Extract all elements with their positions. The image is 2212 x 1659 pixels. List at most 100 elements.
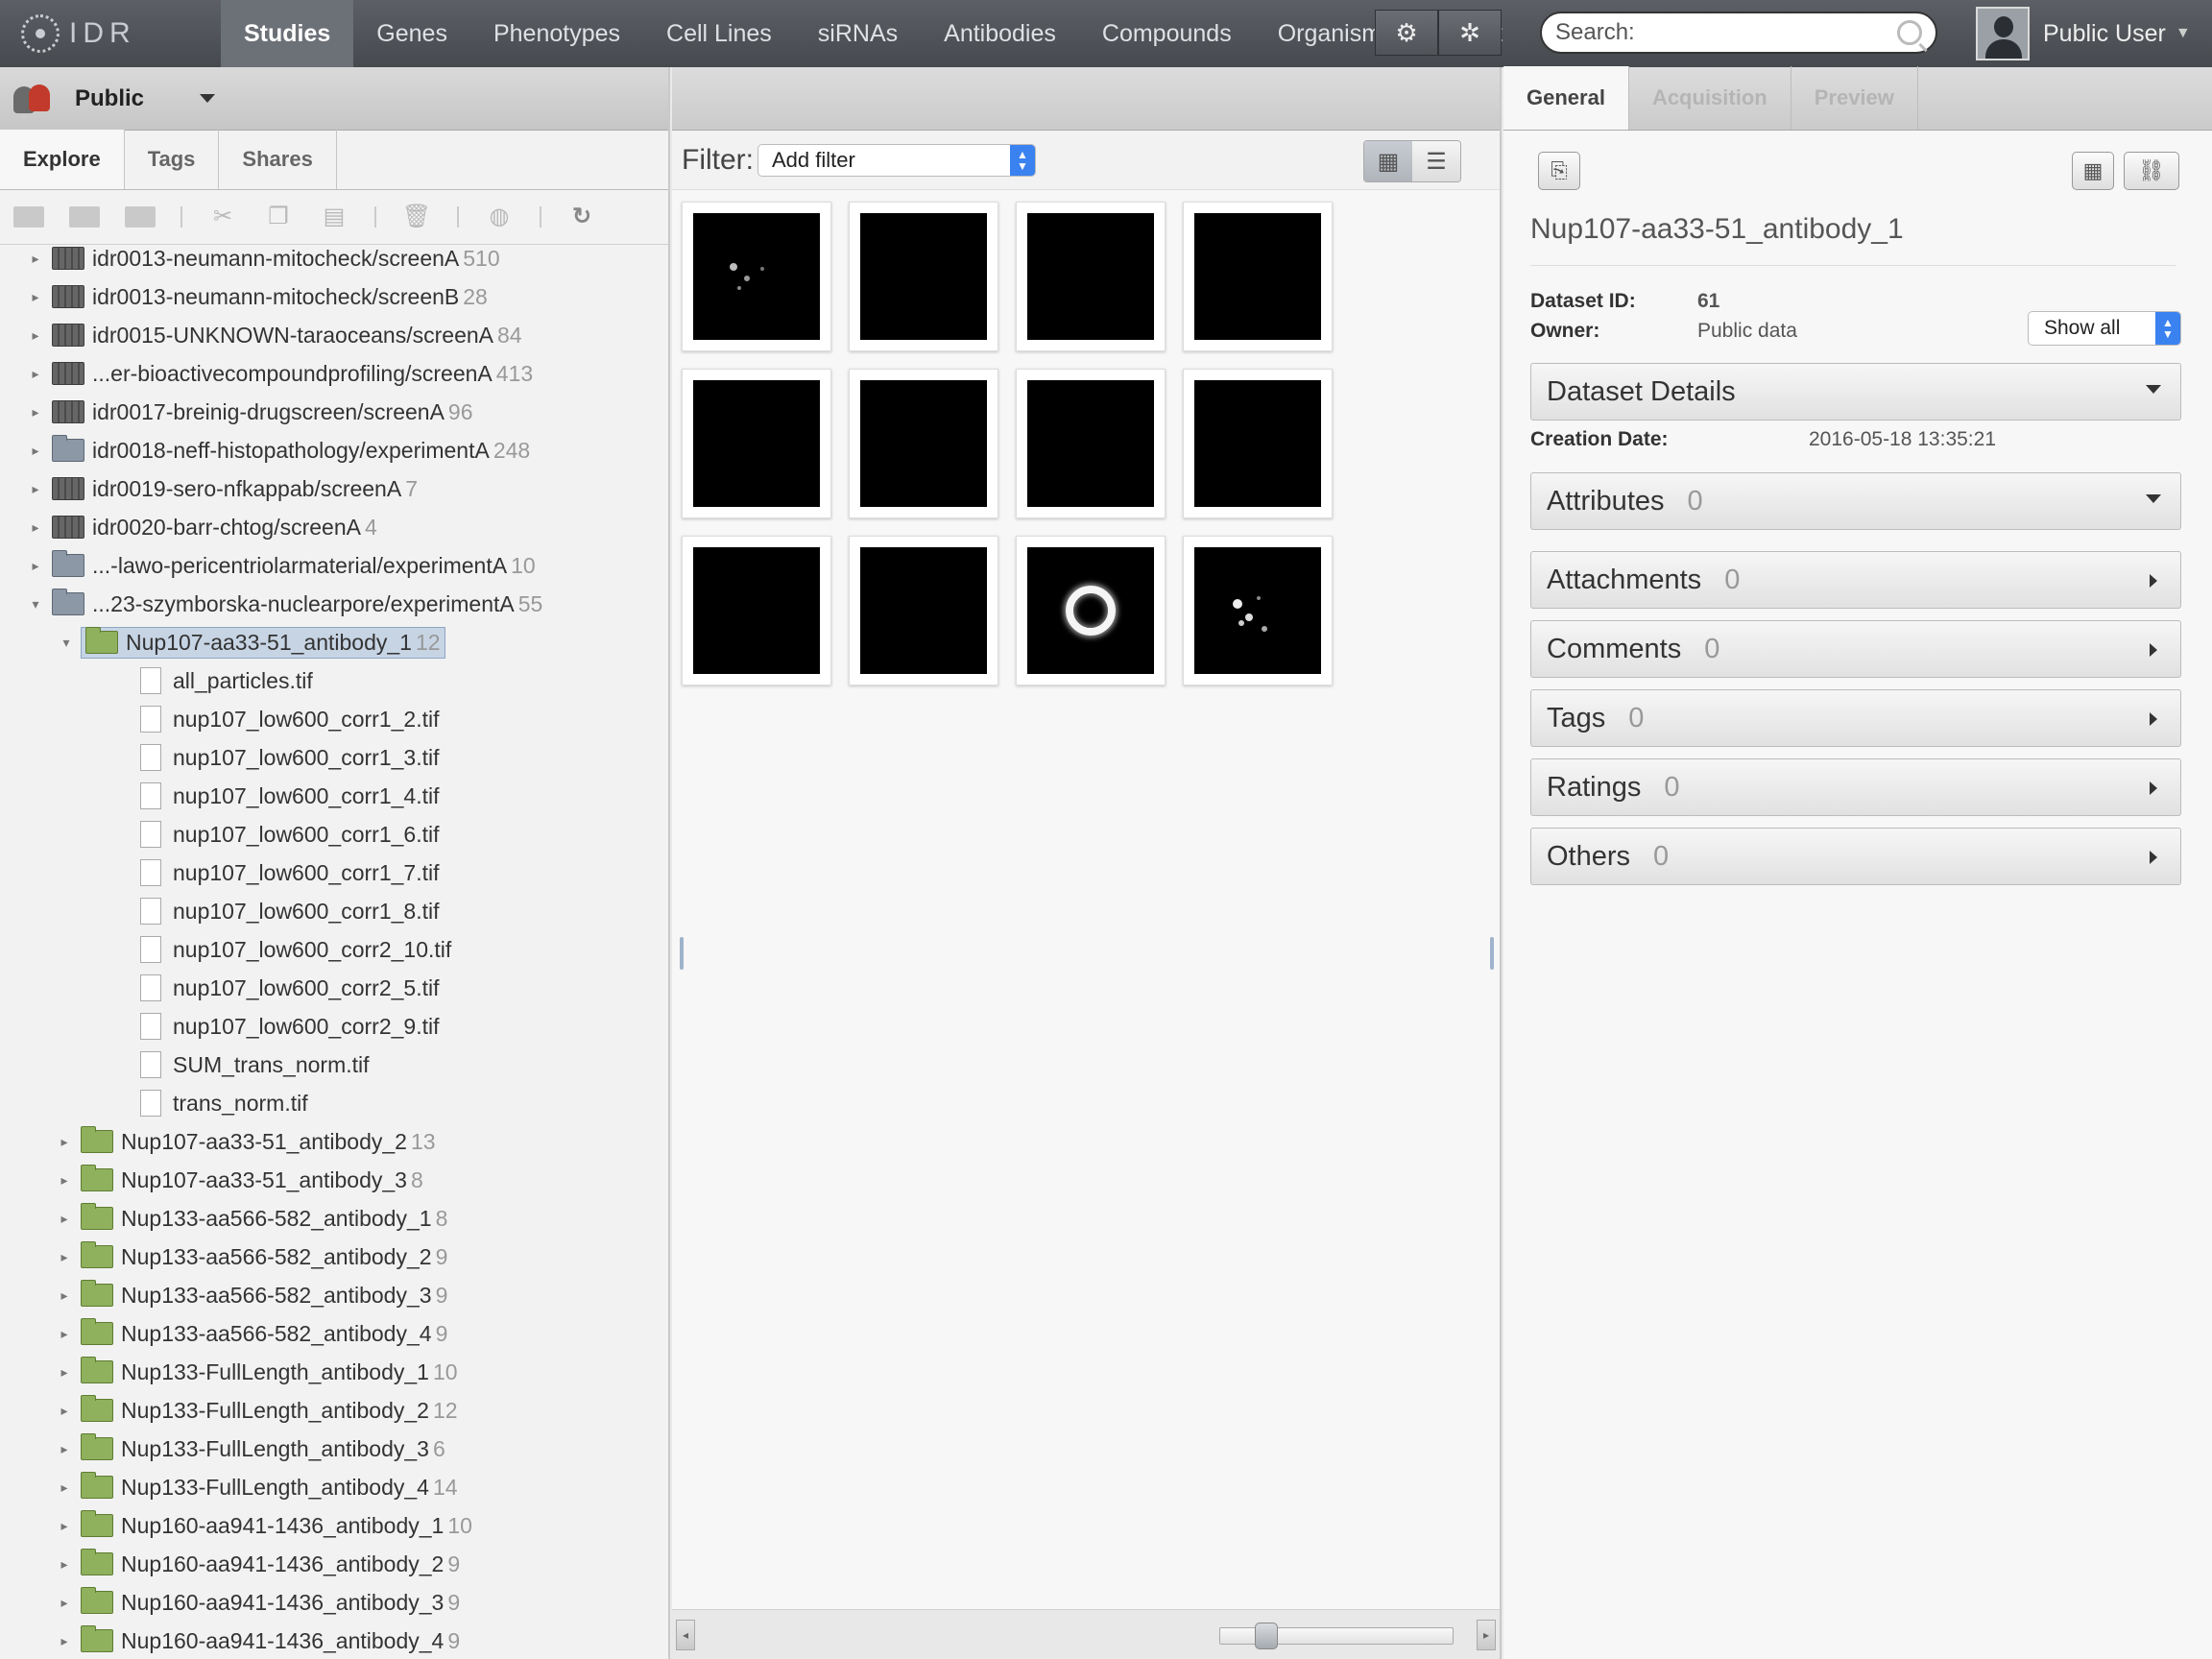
grid-view-icon[interactable]: ▦ — [1364, 141, 1412, 181]
tree-node-dataset[interactable]: ▸ Nup133-FullLength_antibody_4 14 — [0, 1468, 668, 1506]
tree-node-image[interactable]: nup107_low600_corr1_6.tif — [0, 815, 668, 854]
image-thumbnail[interactable] — [682, 369, 831, 518]
tree-node-screen[interactable]: ▸ idr0017-breinig-drugscreen/screenA 96 — [0, 393, 668, 431]
tree-node-dataset[interactable]: ▸ Nup107-aa33-51_antibody_3 8 — [0, 1161, 668, 1199]
list-view-icon[interactable]: ☰ — [1412, 141, 1460, 181]
tab-acquisition[interactable]: Acquisition — [1629, 66, 1791, 130]
expand-arrow-icon[interactable]: ▸ — [29, 251, 42, 267]
paste-icon[interactable]: ▤ — [319, 204, 349, 229]
image-thumbnail[interactable] — [1016, 536, 1166, 685]
user-menu[interactable]: Public User ▼ — [1976, 6, 2191, 61]
tree-node-dataset[interactable]: ▸ Nup160-aa941-1436_antibody_2 9 — [0, 1545, 668, 1583]
globe-icon[interactable]: ◍ — [484, 204, 515, 229]
tab-general[interactable]: General — [1503, 66, 1629, 130]
tree-node-image[interactable]: nup107_low600_corr1_2.tif — [0, 700, 668, 738]
settings-gear-icon[interactable]: ⚙ — [1375, 10, 1438, 56]
tree-node-screen[interactable]: ▸ ...er-bioactivecompoundprofiling/screen… — [0, 354, 668, 393]
tree-node-dataset[interactable]: ▸ Nup133-aa566-582_antibody_2 9 — [0, 1238, 668, 1276]
others-section[interactable]: Others 0 — [1530, 828, 2181, 885]
owner-value[interactable]: Public data — [1697, 320, 1797, 343]
tree-node-project[interactable]: ▸ ...-lawo-pericentriolarmaterial/experim… — [0, 546, 668, 585]
expand-arrow-icon[interactable]: ▸ — [58, 1172, 71, 1189]
nav-tab-compounds[interactable]: Compounds — [1079, 0, 1255, 67]
tree-node-dataset[interactable]: ▸ Nup133-FullLength_antibody_3 6 — [0, 1430, 668, 1468]
open-in-viewer-icon[interactable]: ⎘ — [1538, 152, 1580, 190]
ratings-section[interactable]: Ratings 0 — [1530, 758, 2181, 816]
image-thumbnail[interactable] — [1016, 202, 1166, 351]
search-icon[interactable] — [1897, 20, 1922, 45]
chevron-down-icon[interactable] — [200, 94, 216, 103]
refresh-icon[interactable]: ↻ — [566, 204, 597, 229]
tree-node-dataset-selected[interactable]: ▾ Nup107-aa33-51_antibody_1 12 — [0, 623, 668, 661]
image-thumbnail[interactable] — [682, 202, 831, 351]
tree-node-project[interactable]: ▸ idr0018-neff-histopathology/experimentA… — [0, 431, 668, 469]
image-thumbnail[interactable] — [849, 369, 998, 518]
slider-handle[interactable] — [1255, 1623, 1278, 1649]
attachments-section[interactable]: Attachments 0 — [1530, 551, 2181, 609]
tags-section[interactable]: Tags 0 — [1530, 689, 2181, 747]
left-resize-handle[interactable] — [680, 937, 684, 970]
tree-node-image[interactable]: nup107_low600_corr1_3.tif — [0, 738, 668, 777]
tab-preview[interactable]: Preview — [1791, 66, 1918, 130]
new-screen-icon[interactable] — [125, 206, 156, 228]
expand-arrow-icon[interactable]: ▸ — [58, 1326, 71, 1342]
nav-tab-antibodies[interactable]: Antibodies — [921, 0, 1079, 67]
tree-node-screen[interactable]: ▸ idr0019-sero-nfkappab/screenA 7 — [0, 469, 668, 508]
collapse-right-icon[interactable]: ▸ — [1477, 1620, 1496, 1650]
tree-node-image[interactable]: nup107_low600_corr2_10.tif — [0, 930, 668, 969]
expand-arrow-icon[interactable]: ▸ — [58, 1441, 71, 1457]
tab-explore[interactable]: Explore — [0, 130, 125, 189]
comments-section[interactable]: Comments 0 — [1530, 620, 2181, 678]
nav-tab-phenotypes[interactable]: Phenotypes — [470, 0, 643, 67]
tree-node-screen[interactable]: ▸ idr0013-neumann-mitocheck/screenA 510 — [0, 245, 668, 277]
expand-arrow-icon[interactable]: ▸ — [29, 289, 42, 305]
tab-shares[interactable]: Shares — [219, 130, 337, 189]
expand-arrow-icon[interactable]: ▸ — [58, 1364, 71, 1381]
tree-node-dataset[interactable]: ▸ Nup133-FullLength_antibody_2 12 — [0, 1391, 668, 1430]
expand-arrow-icon[interactable]: ▸ — [29, 443, 42, 459]
new-dataset-icon[interactable] — [69, 206, 100, 228]
nav-tab-cell-lines[interactable]: Cell Lines — [643, 0, 795, 67]
add-filter-select[interactable]: Add filter ▲ ▼ — [757, 143, 1036, 177]
thumbnail-size-slider[interactable] — [1219, 1623, 1454, 1649]
tree-node-image[interactable]: nup107_low600_corr1_7.tif — [0, 854, 668, 892]
image-thumbnail[interactable] — [849, 536, 998, 685]
image-thumbnail[interactable] — [1183, 202, 1333, 351]
nav-tab-sirnas[interactable]: siRNAs — [795, 0, 921, 67]
collapse-arrow-icon[interactable]: ▾ — [29, 596, 42, 613]
expand-arrow-icon[interactable]: ▸ — [58, 1134, 71, 1150]
tree-node-dataset[interactable]: ▸ Nup133-FullLength_antibody_1 10 — [0, 1353, 668, 1391]
tree-node-project[interactable]: ▾ ...23-szymborska-nuclearpore/experiment… — [0, 585, 668, 623]
expand-arrow-icon[interactable]: ▸ — [58, 1595, 71, 1611]
right-resize-handle[interactable] — [1490, 937, 1494, 970]
tree-node-dataset[interactable]: ▸ Nup107-aa33-51_antibody_2 13 — [0, 1122, 668, 1161]
cut-icon[interactable]: ✂ — [207, 204, 238, 229]
image-thumbnail[interactable] — [1183, 536, 1333, 685]
expand-arrow-icon[interactable]: ▸ — [58, 1556, 71, 1573]
tree-node-image[interactable]: SUM_trans_norm.tif — [0, 1046, 668, 1084]
expand-arrow-icon[interactable]: ▸ — [58, 1518, 71, 1534]
expand-arrow-icon[interactable]: ▸ — [58, 1287, 71, 1304]
collapse-left-icon[interactable]: ◂ — [676, 1620, 695, 1650]
group-selector[interactable]: Public — [0, 67, 668, 131]
search-input[interactable] — [1555, 19, 1897, 46]
tree-node-dataset[interactable]: ▸ Nup133-aa566-582_antibody_4 9 — [0, 1314, 668, 1353]
nav-tab-genes[interactable]: Genes — [353, 0, 470, 67]
tree-node-image[interactable]: nup107_low600_corr2_5.tif — [0, 969, 668, 1007]
collapse-arrow-icon[interactable]: ▾ — [60, 635, 73, 651]
idr-logo[interactable]: IDR — [0, 0, 221, 67]
image-thumbnail[interactable] — [1183, 369, 1333, 518]
dataset-details-header[interactable]: Dataset Details — [1530, 363, 2181, 421]
image-thumbnail[interactable] — [1016, 369, 1166, 518]
expand-arrow-icon[interactable]: ▸ — [29, 404, 42, 421]
expand-arrow-icon[interactable]: ▸ — [58, 1403, 71, 1419]
tree-node-image[interactable]: nup107_low600_corr1_4.tif — [0, 777, 668, 815]
new-project-icon[interactable] — [13, 206, 44, 228]
expand-arrow-icon[interactable]: ▸ — [29, 481, 42, 497]
expand-arrow-icon[interactable]: ▸ — [58, 1249, 71, 1265]
show-all-select[interactable]: Show all ▲ ▼ — [2028, 311, 2181, 346]
copy-icon[interactable]: ❐ — [263, 204, 294, 229]
scripts-gear-icon[interactable]: ✲ — [1438, 10, 1502, 56]
link-icon[interactable]: ⛓ — [2124, 152, 2179, 190]
tree-node-image[interactable]: nup107_low600_corr2_9.tif — [0, 1007, 668, 1046]
